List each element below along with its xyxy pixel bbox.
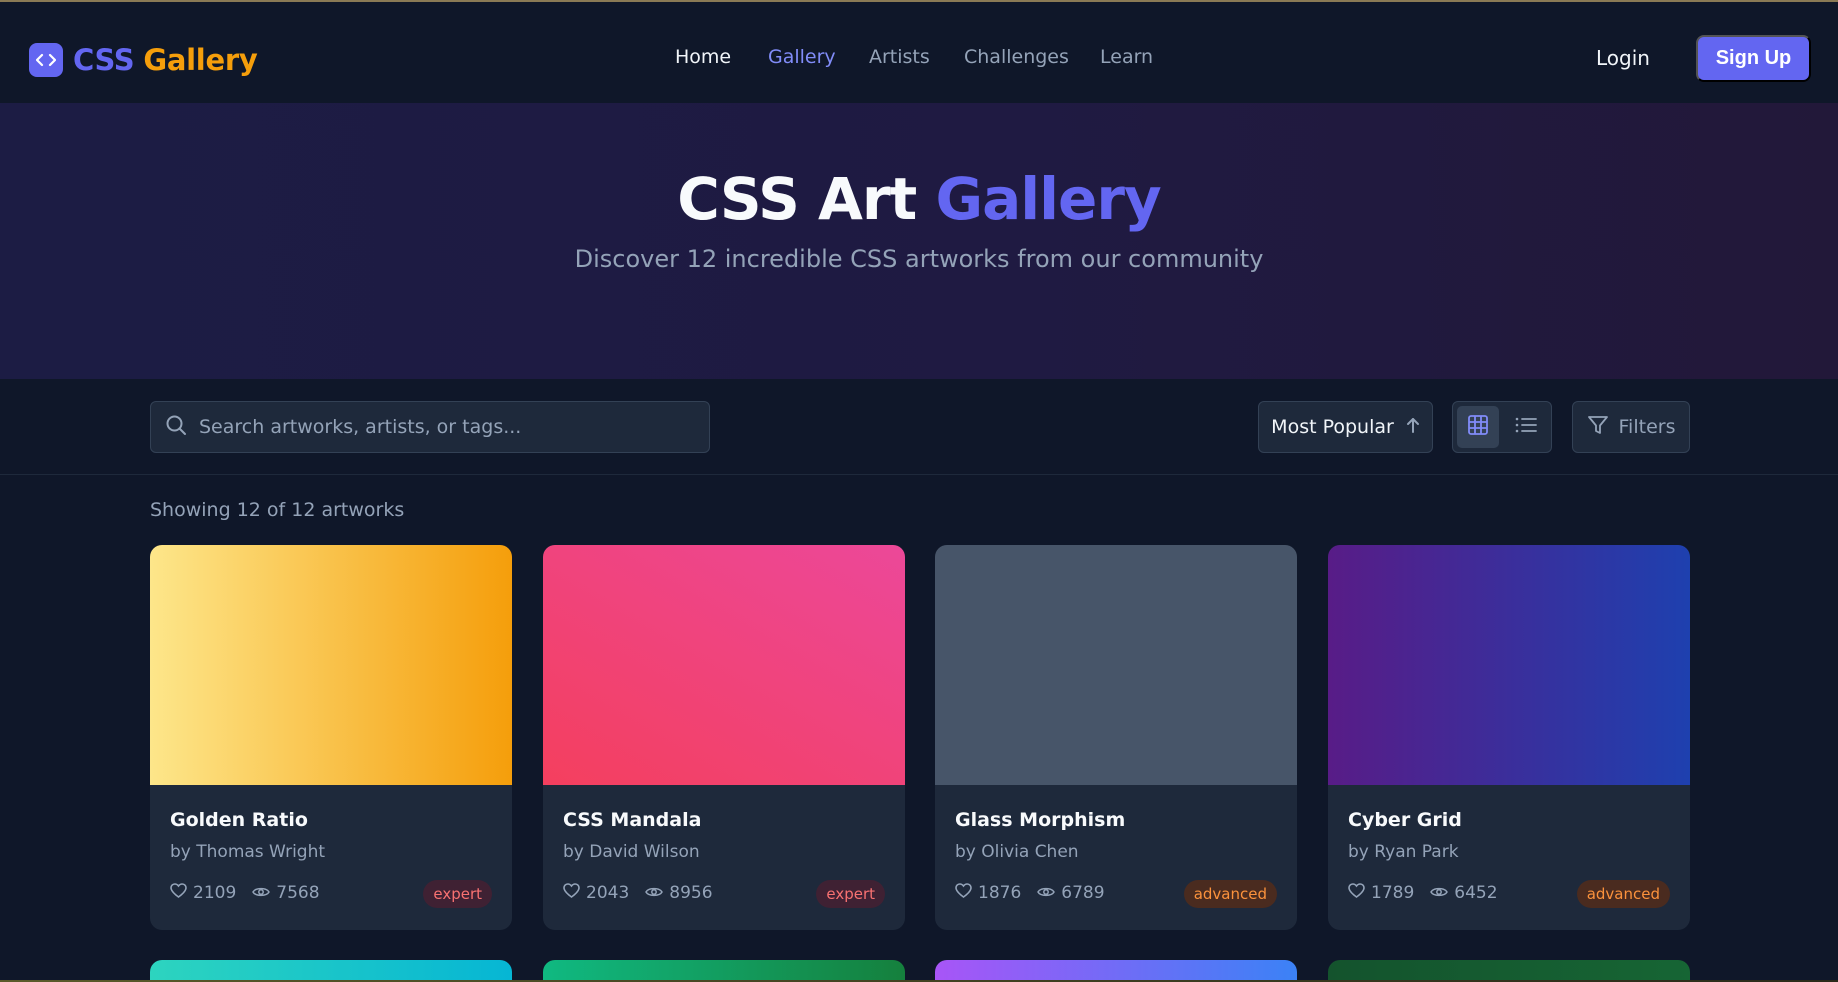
eye-icon	[1430, 883, 1449, 903]
eye-icon	[1037, 883, 1056, 903]
view-count: 6452	[1454, 883, 1498, 903]
search-input[interactable]	[199, 416, 689, 438]
signup-button[interactable]: Sign Up	[1696, 35, 1811, 82]
artwork-stats: 2109 7568	[170, 883, 336, 903]
heart-icon[interactable]	[563, 883, 580, 903]
artwork-stats: 1876 6789	[955, 883, 1121, 903]
sort-label: Most Popular	[1271, 416, 1394, 438]
artwork-preview	[1328, 545, 1690, 785]
difficulty-badge: expert	[816, 880, 885, 908]
eye-icon	[252, 883, 271, 903]
artwork-artist: by Thomas Wright	[170, 842, 326, 862]
search-icon	[165, 414, 187, 440]
artwork-stats: 1789 6452	[1348, 883, 1514, 903]
grid-view-button[interactable]	[1457, 406, 1499, 448]
nav-link-learn[interactable]: Learn	[1100, 46, 1153, 68]
sort-dropdown[interactable]: Most Popular	[1258, 401, 1433, 453]
view-count: 7568	[276, 883, 320, 903]
list-icon	[1514, 415, 1538, 439]
brand-name: CSS Gallery	[73, 43, 258, 77]
difficulty-badge: advanced	[1576, 880, 1670, 908]
artwork-artist: by Ryan Park	[1348, 842, 1459, 862]
result-count: Showing 12 of 12 artworks	[150, 499, 405, 521]
artwork-card-next[interactable]	[543, 960, 905, 982]
artwork-preview	[935, 545, 1297, 785]
hero-banner: CSS Art Gallery Discover 12 incredible C…	[0, 103, 1838, 379]
artwork-card-next[interactable]	[935, 960, 1297, 982]
heart-icon[interactable]	[1348, 883, 1365, 903]
view-count: 8956	[669, 883, 713, 903]
brand-logo[interactable]: CSS Gallery	[29, 42, 258, 78]
gallery-toolbar: Most Popular	[0, 379, 1838, 475]
like-count: 1789	[1371, 883, 1415, 903]
grid-icon	[1467, 414, 1489, 440]
nav-link-home[interactable]: Home	[675, 46, 731, 68]
artwork-card-next[interactable]	[150, 960, 512, 982]
app-window: CSS Gallery Home Gallery Artists Challeng…	[0, 0, 1838, 982]
heart-icon[interactable]	[955, 883, 972, 903]
nav-link-artists[interactable]: Artists	[869, 46, 930, 68]
like-count: 2109	[193, 883, 237, 903]
page-title: CSS Art Gallery	[677, 165, 1161, 233]
artwork-preview	[543, 545, 905, 785]
artwork-title: Glass Morphism	[955, 809, 1126, 831]
filter-icon	[1587, 414, 1609, 440]
login-button[interactable]: Login	[1596, 46, 1650, 70]
artwork-title: Golden Ratio	[170, 809, 308, 831]
artwork-stats: 2043 8956	[563, 883, 729, 903]
nav-link-gallery[interactable]: Gallery	[768, 46, 836, 68]
like-count: 2043	[586, 883, 630, 903]
difficulty-badge: expert	[423, 880, 492, 908]
view-count: 6789	[1061, 883, 1105, 903]
top-navigation: CSS Gallery Home Gallery Artists Challeng…	[0, 2, 1838, 102]
page-subtitle: Discover 12 incredible CSS artworks from…	[574, 245, 1264, 273]
view-mode-toggle	[1452, 401, 1552, 453]
artwork-artist: by David Wilson	[563, 842, 700, 862]
search-box[interactable]	[150, 401, 710, 453]
artwork-title: Cyber Grid	[1348, 809, 1462, 831]
nav-link-challenges[interactable]: Challenges	[964, 46, 1069, 68]
difficulty-badge: advanced	[1183, 880, 1277, 908]
artwork-card[interactable]: Cyber Grid by Ryan Park 1789 6452 advanc…	[1328, 545, 1690, 930]
eye-icon	[645, 883, 664, 903]
code-brackets-icon	[29, 43, 63, 77]
artwork-card[interactable]: Glass Morphism by Olivia Chen 1876 6789 …	[935, 545, 1297, 930]
artwork-preview	[150, 545, 512, 785]
artwork-card[interactable]: CSS Mandala by David Wilson 2043 8956 ex…	[543, 545, 905, 930]
arrow-up-icon	[1406, 417, 1420, 437]
like-count: 1876	[978, 883, 1022, 903]
heart-icon[interactable]	[170, 883, 187, 903]
list-view-button[interactable]	[1505, 406, 1547, 448]
artwork-card[interactable]: Golden Ratio by Thomas Wright 2109 7568 …	[150, 545, 512, 930]
artwork-artist: by Olivia Chen	[955, 842, 1079, 862]
filters-label: Filters	[1618, 416, 1676, 438]
filters-button[interactable]: Filters	[1572, 401, 1690, 453]
artwork-title: CSS Mandala	[563, 809, 702, 831]
artwork-card-next[interactable]	[1328, 960, 1690, 982]
